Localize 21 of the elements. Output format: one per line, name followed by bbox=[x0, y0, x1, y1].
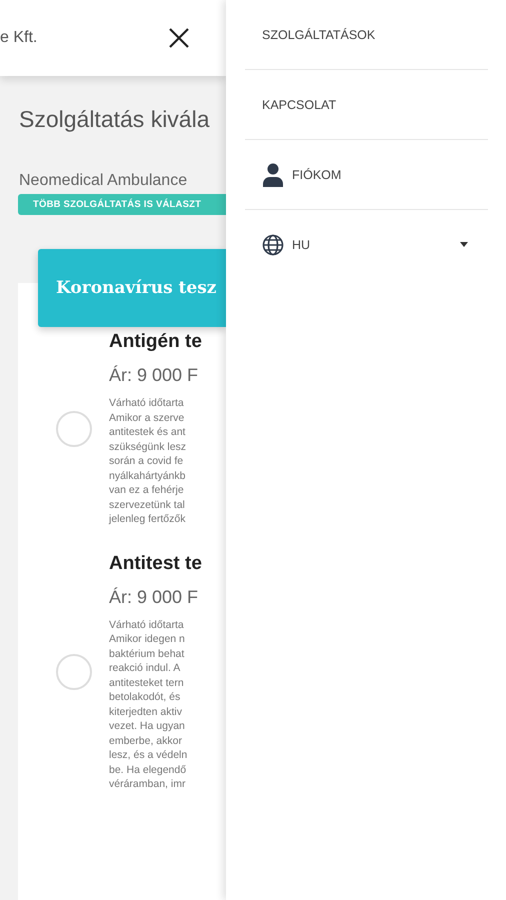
service-description: Várható időtarta Amikor a szerve antitestek és ant szükségünk lesz során a covid fe nyálkahártyánkb van ez a fehérje szervezetünk tal jelenleg fertőzők bbox=[109, 396, 188, 526]
menu-item[interactable]: FIÓKOM bbox=[245, 140, 488, 210]
service-name: Antigén te bbox=[109, 331, 202, 353]
service-price: Ár: 9 000 F bbox=[109, 365, 200, 386]
info-badge: TÖBB SZOLGÁLTATÁS IS VÁLASZT bbox=[18, 194, 226, 215]
menu-item[interactable]: SZOLGÁLTATÁSOK bbox=[245, 0, 488, 70]
category-title: Koronavírus tesz bbox=[56, 278, 216, 298]
service-description: Várható időtarta Amikor idegen n baktérium behat reakció indul. A antitesteket tern betolakodót, és kiterjedten aktiv vezet. Ha ugyan emberbe, akkor lesz, és a védeln be. Ha elegendő véráramban, imr bbox=[109, 618, 188, 792]
radio-button[interactable] bbox=[54, 654, 94, 690]
provider-name: Neomedical Ambulance bbox=[19, 172, 188, 190]
radio-button[interactable] bbox=[54, 410, 94, 447]
service-name: Antitest te bbox=[109, 552, 202, 574]
page-title: Szolgáltatás kivála bbox=[19, 106, 210, 133]
close-icon[interactable] bbox=[168, 27, 190, 49]
menu-item[interactable]: KAPCSOLAT bbox=[245, 70, 488, 140]
user-icon bbox=[262, 162, 284, 186]
service-price: Ár: 9 000 F bbox=[109, 586, 200, 608]
header-title: e Kft. bbox=[0, 29, 38, 47]
language-selector[interactable]: HU bbox=[245, 210, 488, 279]
caret-icon bbox=[460, 242, 468, 247]
globe-icon bbox=[262, 234, 284, 256]
